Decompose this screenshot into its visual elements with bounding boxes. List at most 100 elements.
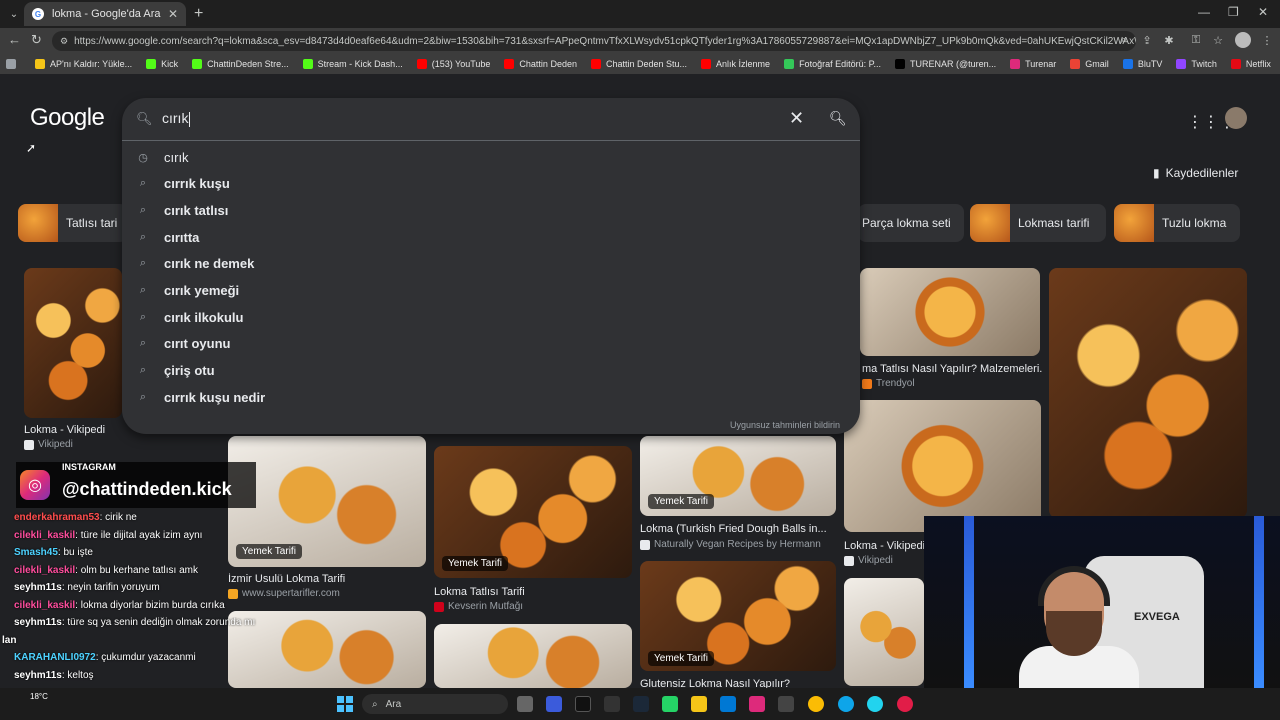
suggestion-item[interactable]: ⌕ çiriş otu bbox=[122, 358, 860, 384]
app-icon[interactable] bbox=[867, 696, 883, 712]
tiktok-icon[interactable] bbox=[575, 696, 591, 712]
suggestion-text: cırrık kuşu bbox=[164, 176, 230, 192]
suggestion-item[interactable]: ⌕ cırık ne demek bbox=[122, 251, 860, 277]
new-tab-button[interactable]: + bbox=[194, 5, 203, 23]
bookmark-item[interactable]: Twitch bbox=[1176, 59, 1217, 69]
suggestion-item[interactable]: ⌕ cırıtta bbox=[122, 224, 860, 250]
bookmark-item[interactable]: BluTV bbox=[1122, 59, 1162, 69]
chip-3[interactable]: Tuzlu lokma bbox=[1114, 204, 1240, 242]
search-submit-icon[interactable]: 🔍︎ bbox=[829, 110, 847, 127]
extensions-icon[interactable]: ✱ bbox=[1162, 33, 1176, 47]
taskbar-search[interactable]: ⌕ Ara bbox=[362, 694, 508, 714]
bookmark-favicon-icon bbox=[1176, 59, 1187, 69]
suggestion-item[interactable]: ⌕ cırık tatlısı bbox=[122, 197, 860, 223]
task-view-icon[interactable] bbox=[517, 696, 533, 712]
chip-0[interactable]: Tatlısı tari bbox=[18, 204, 128, 242]
suggestion-item[interactable]: ⌕ cırık ilkokulu bbox=[122, 304, 860, 330]
profile-avatar[interactable] bbox=[1235, 32, 1251, 48]
result-caption[interactable]: Lokma - Vikipedi bbox=[24, 424, 124, 436]
clear-search-icon[interactable]: ✕ bbox=[789, 108, 804, 129]
bookmark-star-icon[interactable]: ☆ bbox=[1211, 33, 1225, 47]
saved-link[interactable]: ▮ Kaydedilenler bbox=[1153, 166, 1238, 180]
bookmark-item[interactable]: Gmail bbox=[1070, 59, 1109, 69]
result-caption[interactable]: Lokma (Turkish Fried Dough Balls in... bbox=[640, 523, 836, 535]
back-button[interactable]: ← bbox=[8, 32, 21, 47]
minimize-button[interactable]: — bbox=[1198, 5, 1210, 19]
bookmark-item[interactable]: (153) YouTube bbox=[416, 59, 491, 69]
windows-start-icon[interactable] bbox=[337, 696, 353, 712]
result-caption[interactable]: ma Tatlısı Nasıl Yapılır? Malzemeleri... bbox=[862, 363, 1042, 375]
image-result[interactable] bbox=[860, 268, 1040, 356]
suggestion-item[interactable]: ⌕ cırrık kuşu bbox=[122, 171, 860, 197]
bookmark-item[interactable]: ChattinDeden Stre... bbox=[192, 59, 289, 69]
bookmark-item[interactable]: Kick bbox=[146, 59, 178, 69]
bookmark-item[interactable]: Netflix bbox=[1230, 59, 1271, 69]
suggestion-item[interactable]: ⌕ cırıt oyunu bbox=[122, 331, 860, 357]
bookmark-item[interactable]: AP'nı Kaldır: Yükle... bbox=[35, 59, 132, 69]
tab-close-icon[interactable]: ✕ bbox=[168, 7, 178, 21]
mouse-cursor-icon: ➚ bbox=[26, 141, 37, 155]
window-close-button[interactable]: ✕ bbox=[1258, 5, 1268, 19]
extension-puzzle-icon[interactable]: ⚿ bbox=[1189, 33, 1203, 47]
instagram-app-icon[interactable] bbox=[749, 696, 765, 712]
bookmark-apps-icon[interactable] bbox=[6, 59, 21, 69]
chip-label: Tatlısı tari bbox=[66, 216, 118, 230]
edge-icon[interactable] bbox=[838, 696, 854, 712]
app-icon[interactable] bbox=[546, 696, 562, 712]
bookmark-label: Fotoğraf Editörü: P... bbox=[799, 59, 881, 69]
image-result[interactable] bbox=[434, 624, 632, 688]
image-result[interactable]: Yemek Tarifi bbox=[640, 436, 836, 516]
reload-button[interactable]: ↻ bbox=[31, 32, 42, 48]
suggestion-item[interactable]: ◷ cırık bbox=[122, 144, 860, 170]
bookmark-favicon-icon bbox=[1230, 59, 1241, 69]
bookmark-item[interactable]: Stream - Kick Dash... bbox=[302, 59, 403, 69]
image-result[interactable] bbox=[844, 400, 1041, 532]
share-icon[interactable]: ⇪ bbox=[1140, 33, 1154, 47]
site-info-icon[interactable]: ⚙ bbox=[60, 36, 68, 47]
weather-widget[interactable]: 18°C bbox=[30, 692, 48, 701]
menu-kebab-icon[interactable]: ⋮ bbox=[1260, 33, 1274, 47]
maximize-button[interactable]: ❐ bbox=[1228, 5, 1239, 19]
suggestion-item[interactable]: ⌕ cırık yemeği bbox=[122, 278, 860, 304]
image-result[interactable]: Yemek Tarifi bbox=[434, 446, 632, 578]
history-icon: ◷ bbox=[138, 151, 148, 164]
bookmark-item[interactable]: Chattin Deden bbox=[504, 59, 577, 69]
google-account-avatar[interactable] bbox=[1225, 107, 1247, 129]
chrome-icon[interactable] bbox=[808, 696, 824, 712]
bookmark-item[interactable]: Chattin Deden Stu... bbox=[590, 59, 687, 69]
zoom-icon[interactable]: ⌕ bbox=[1117, 33, 1131, 47]
image-result[interactable]: Yemek Tarifi bbox=[640, 561, 836, 671]
google-logo[interactable]: Google bbox=[30, 104, 105, 132]
result-caption[interactable]: Glutensiz Lokma Nasıl Yapılır? bbox=[640, 678, 836, 688]
whatsapp-icon[interactable] bbox=[662, 696, 678, 712]
chip-1[interactable]: Parça lokma seti bbox=[858, 204, 964, 242]
app-icon[interactable] bbox=[897, 696, 913, 712]
address-bar[interactable]: ⚙ https://www.google.com/search?q=lokma&… bbox=[52, 31, 1136, 51]
report-predictions-link[interactable]: Uygunsuz tahminleri bildirin bbox=[730, 420, 840, 430]
bookmark-item[interactable]: Anlık İzlenme bbox=[701, 59, 770, 69]
suggestion-item[interactable]: ⌕ cırrık kuşu nedir bbox=[122, 384, 860, 410]
image-result[interactable] bbox=[24, 268, 122, 418]
file-explorer-icon[interactable] bbox=[691, 696, 707, 712]
epic-games-icon[interactable] bbox=[604, 696, 620, 712]
led-light bbox=[964, 516, 974, 688]
steam-icon[interactable] bbox=[633, 696, 649, 712]
bookmark-label: (153) YouTube bbox=[431, 59, 491, 69]
chip-2[interactable]: Lokması tarifi bbox=[970, 204, 1106, 242]
bookmark-item[interactable]: Turenar bbox=[1010, 59, 1056, 69]
search-input[interactable]: cırık bbox=[162, 110, 191, 127]
store-icon[interactable] bbox=[720, 696, 736, 712]
tab-search-button[interactable]: ⌄ bbox=[6, 6, 22, 22]
bookmark-item[interactable]: TURENAR (@turen... bbox=[894, 59, 997, 69]
bookmark-item[interactable]: Fotoğraf Editörü: P... bbox=[784, 59, 881, 69]
result-caption[interactable]: Lokma Tatlısı Tarifi bbox=[434, 586, 632, 598]
bookmark-label: TURENAR (@turen... bbox=[909, 59, 997, 69]
result-caption[interactable]: Lokma - Vikipedi bbox=[844, 540, 934, 552]
image-result[interactable] bbox=[1049, 268, 1247, 518]
bookmark-label: AP'nı Kaldır: Yükle... bbox=[50, 59, 133, 69]
settings-icon[interactable] bbox=[778, 696, 794, 712]
suggestion-text: cırık tatlısı bbox=[164, 202, 229, 218]
instagram-overlay: INSTAGRAM ◎ @chattindeden.kick bbox=[16, 462, 256, 508]
active-tab[interactable]: G lokma - Google'da Ara ✕ bbox=[24, 2, 186, 26]
image-result[interactable] bbox=[844, 578, 924, 686]
